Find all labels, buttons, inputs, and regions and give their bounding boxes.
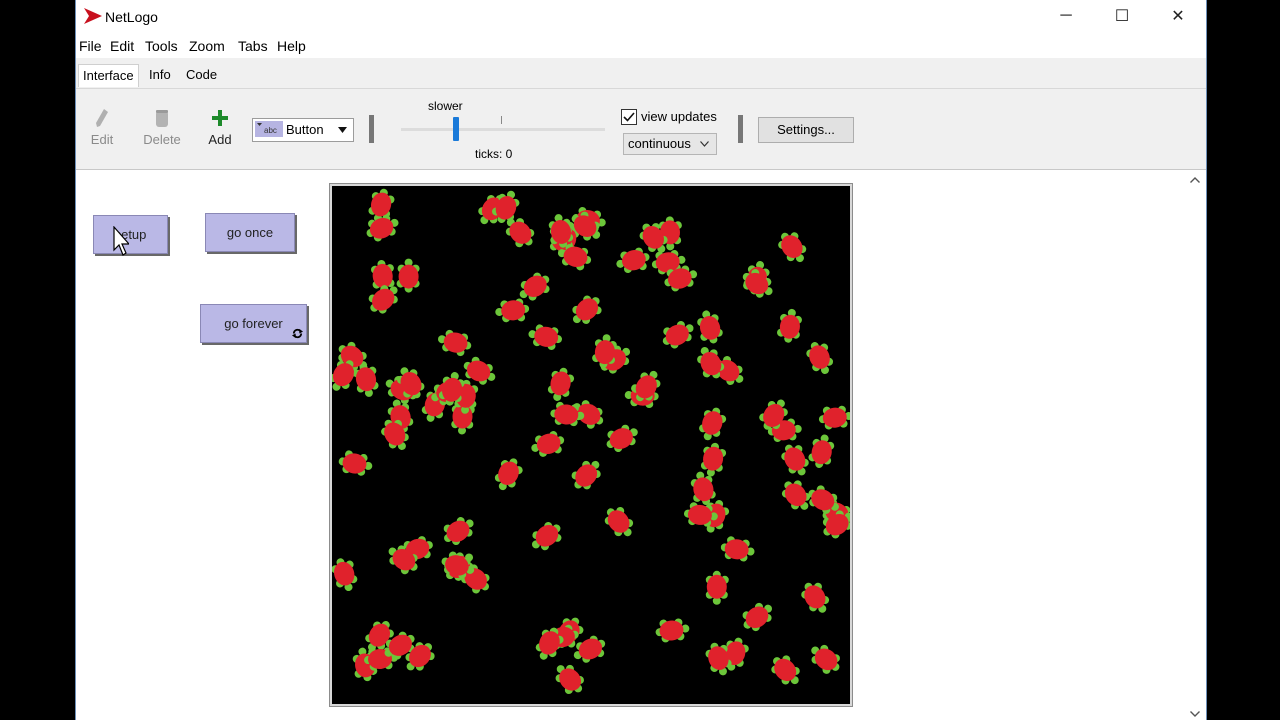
turtle [494,458,523,491]
go-once-label: go once [226,225,274,240]
settings-button[interactable]: Settings... [758,117,854,143]
turtle [771,655,800,685]
turtle [396,258,420,293]
turtle [705,570,729,605]
world-view[interactable] [329,183,853,707]
ticks-counter: ticks: 0 [475,147,513,161]
chevron-down-icon [338,127,347,133]
close-button[interactable]: ✕ [1150,0,1206,32]
update-mode-value: continuous [628,136,691,151]
interface-canvas: setup go once go forever [76,170,1184,720]
turtle [697,310,723,344]
turtle [742,602,773,632]
turtle [531,431,565,457]
turtle [818,405,850,430]
tab-code[interactable]: Code [182,64,221,86]
turtle [528,324,562,350]
minimize-icon: ─ [1060,7,1072,24]
menu-bar: File Edit Tools Zoom Tabs Help [76,34,1206,58]
world-turtles [332,188,850,695]
turtle [495,298,530,323]
edit-tool[interactable]: Edit [77,107,127,147]
tab-bar: Interface Info Code [76,60,1206,88]
netlogo-window: NetLogo ─ ☐ ✕ File Edit Tools Zoom Tabs … [75,0,1207,720]
button-widget-icon: abc [255,121,283,137]
menu-tabs[interactable]: Tabs [238,38,268,54]
netlogo-logo-icon [84,8,102,24]
turtle [801,582,830,613]
turtle [555,664,584,695]
scroll-up-icon[interactable] [1190,177,1200,183]
turtle [547,367,575,401]
speed-slider-track[interactable] [401,128,605,131]
update-mode-select[interactable]: continuous [623,133,717,155]
svg-text:abc: abc [264,126,277,135]
turtle [777,308,802,343]
title-bar: NetLogo ─ ☐ ✕ [76,0,1206,34]
forever-loop-icon [292,328,303,339]
scroll-down-icon[interactable] [1190,711,1200,717]
turtle [811,644,840,674]
go-forever-label: go forever [224,316,283,331]
speed-slider-tick [501,116,502,124]
edit-label: Edit [90,132,114,147]
turtle [606,424,638,453]
plus-icon [212,110,228,126]
view-updates-checkbox[interactable] [621,109,637,125]
menu-help[interactable]: Help [277,38,306,54]
add-label: Add [208,132,232,147]
close-icon: ✕ [1171,8,1185,25]
turtle [806,342,834,374]
trash-icon [156,110,168,127]
turtle [700,442,727,477]
toolbar-separator [369,115,374,143]
speed-slider-handle[interactable] [453,117,460,141]
interface-toolbar: Edit Delete Add abc Button slower ticks:… [76,88,1206,170]
go-forever-button[interactable]: go forever [200,304,307,343]
widget-type-value: Button [286,122,324,137]
turtle [655,618,690,643]
tab-interface[interactable]: Interface [78,64,139,87]
maximize-icon: ☐ [1114,8,1130,25]
minimize-button[interactable]: ─ [1038,0,1094,32]
menu-tools[interactable]: Tools [145,38,178,54]
turtle [438,329,472,357]
chevron-down-icon [700,141,709,147]
delete-label: Delete [143,132,181,147]
pencil-icon [96,109,108,127]
turtle [616,247,650,274]
delete-tool[interactable]: Delete [137,107,187,147]
turtle [332,558,358,592]
mouse-cursor-icon [113,226,129,256]
turtle [778,232,807,263]
toolbar-separator [738,115,743,143]
turtle [443,517,474,546]
go-once-button[interactable]: go once [205,213,295,252]
turtle [808,434,835,468]
checkmark-icon [623,112,635,122]
window-title: NetLogo [105,9,158,25]
turtle [699,407,727,441]
turtle [720,536,755,562]
setup-button[interactable]: setup [93,215,168,254]
widget-type-select[interactable]: abc Button [252,118,354,142]
menu-edit[interactable]: Edit [110,38,134,54]
turtle [531,521,562,551]
turtle [662,320,694,349]
turtle [572,295,602,324]
vertical-scrollbar[interactable] [1184,170,1206,720]
turtle [781,444,809,476]
add-tool[interactable]: Add [195,107,245,147]
menu-zoom[interactable]: Zoom [189,38,225,54]
turtle [338,450,373,476]
view-updates-label: view updates [641,109,717,124]
maximize-button[interactable]: ☐ [1094,0,1150,32]
menu-file[interactable]: File [79,38,102,54]
turtle [571,460,601,490]
tab-info[interactable]: Info [145,64,175,86]
turtle [604,506,634,537]
speed-label: slower [428,99,463,113]
